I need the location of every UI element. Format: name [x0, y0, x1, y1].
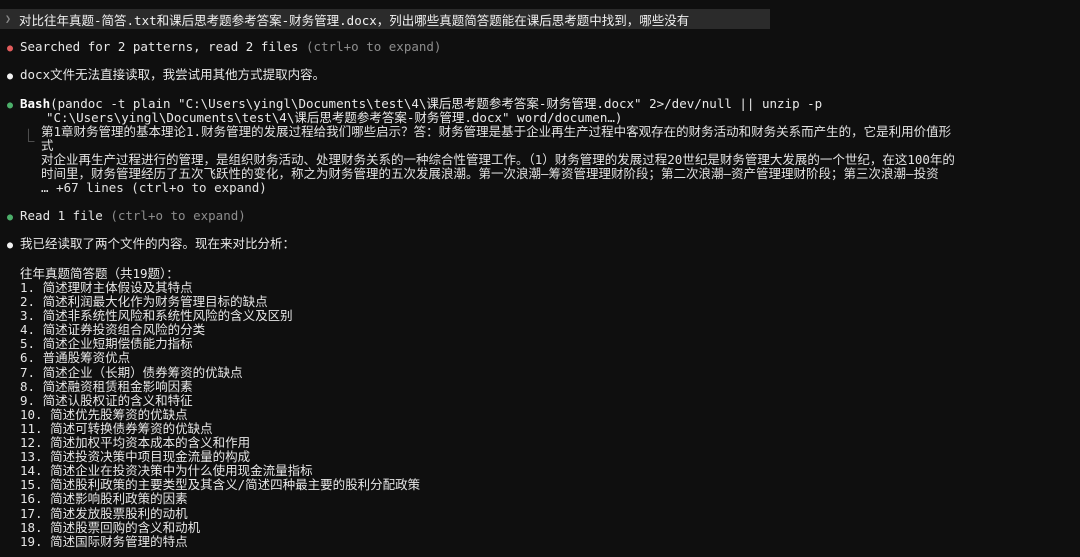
bash-command-line-2: "C:\Users\yingl\Documents\test\4\课后思考题参考…	[46, 110, 623, 125]
list-item: 9. 简述认股权证的含义和特征	[20, 392, 193, 408]
message-text: docx文件无法直接读取，我尝试用其他方式提取内容。	[20, 67, 326, 82]
message-text: 我已经读取了两个文件的内容。现在来对比分析：	[20, 236, 296, 251]
bash-command-line-1: (pandoc -t plain "C:\Users\yingl\Documen…	[50, 96, 823, 111]
list-item: 7. 简述企业（长期）债券筹资的优缺点	[20, 364, 243, 380]
list-item: 1. 简述理财主体假设及其特点	[20, 280, 193, 295]
bash-output-line: 式	[41, 138, 54, 153]
bash-output-line: 第1章财务管理的基本理论1.财务管理的发展过程给我们哪些启示？答：财务管理是基于…	[41, 124, 952, 139]
more-lines-hint[interactable]: … +67 lines (ctrl+o to expand)	[41, 181, 1071, 195]
assistant-message: ● docx文件无法直接读取，我尝试用其他方式提取内容。	[7, 68, 325, 84]
list-item: 12. 简述加权平均资本成本的含义和作用	[20, 435, 251, 451]
prompt-chevron-icon: ❯	[5, 13, 12, 25]
list-item: 11. 简述可转换债券筹资的优缺点	[20, 420, 213, 436]
list-heading: 往年真题简答题（共19题）：	[20, 266, 179, 281]
expand-hint[interactable]: (ctrl+o to expand)	[110, 208, 245, 223]
list-item: 4. 简述证券投资组合风险的分类	[20, 322, 206, 338]
tool-name: Bash	[20, 96, 51, 111]
message-dot-icon: ●	[7, 71, 14, 82]
list-item: 10. 简述优先股筹资的优缺点	[20, 406, 188, 422]
list-item: 13. 简述投资决策中项目现金流量的构成	[20, 449, 251, 465]
list-item: 5. 简述企业短期偿债能力指标	[20, 336, 193, 352]
assistant-message: ● 我已经读取了两个文件的内容。现在来对比分析：	[7, 237, 295, 253]
list-item: 2. 简述利润最大化作为财务管理目标的缺点	[20, 294, 268, 310]
list-item: 8. 简述融资租赁租金影响因素	[20, 378, 193, 394]
output-corner-icon: ⎿	[22, 128, 35, 143]
list-item: 14. 简述企业在投资决策中为什么使用现金流量指标	[20, 463, 313, 479]
expand-hint[interactable]: (ctrl+o to expand)	[306, 39, 441, 54]
bash-output-line: 时间里，财务管理经历了五次飞跃性的变化，称之为财务管理的五次发展浪潮。第一次浪潮…	[41, 166, 939, 181]
searched-entry[interactable]: ● Searched for 2 patterns, read 2 files (…	[7, 40, 441, 56]
tool-status-dot-icon: ●	[7, 100, 14, 111]
list-item: 17. 简述发放股票股利的动机	[20, 505, 188, 521]
status-dot-icon: ●	[7, 43, 14, 54]
list-item: 15. 简述股利政策的主要类型及其含义/简述四种最主要的股利分配政策	[20, 477, 421, 493]
read-entry[interactable]: ● Read 1 file (ctrl+o to expand)	[7, 209, 246, 225]
status-dot-icon: ●	[7, 212, 14, 223]
list-item: 18. 简述股票回购的含义和动机	[20, 519, 201, 535]
list-item: 3. 简述非系统性风险和系统性风险的含义及区别	[20, 308, 293, 324]
question-list: 1. 简述理财主体假设及其特点 2. 简述利润最大化作为财务管理目标的缺点 3.…	[20, 280, 421, 549]
list-item: 19. 简述国际财务管理的特点	[20, 533, 188, 549]
message-dot-icon: ●	[7, 240, 14, 251]
user-prompt: ❯ 对比往年真题-简答.txt和课后思考题参考答案-财务管理.docx，列出哪些…	[0, 9, 770, 29]
list-item: 6. 普通股筹资优点	[20, 350, 131, 366]
read-label: Read 1 file	[20, 208, 103, 223]
bash-output-line: 对企业再生产过程进行的管理，是组织财务活动、处理财务关系的一种综合性管理工作。（…	[41, 152, 955, 167]
searched-label: Searched for 2 patterns, read 2 files	[20, 39, 299, 54]
prompt-text: 对比往年真题-简答.txt和课后思考题参考答案-财务管理.docx，列出哪些真题…	[19, 12, 690, 28]
list-item: 16. 简述影响股利政策的因素	[20, 491, 188, 507]
terminal-window: ❯ 对比往年真题-简答.txt和课后思考题参考答案-财务管理.docx，列出哪些…	[0, 0, 1080, 557]
